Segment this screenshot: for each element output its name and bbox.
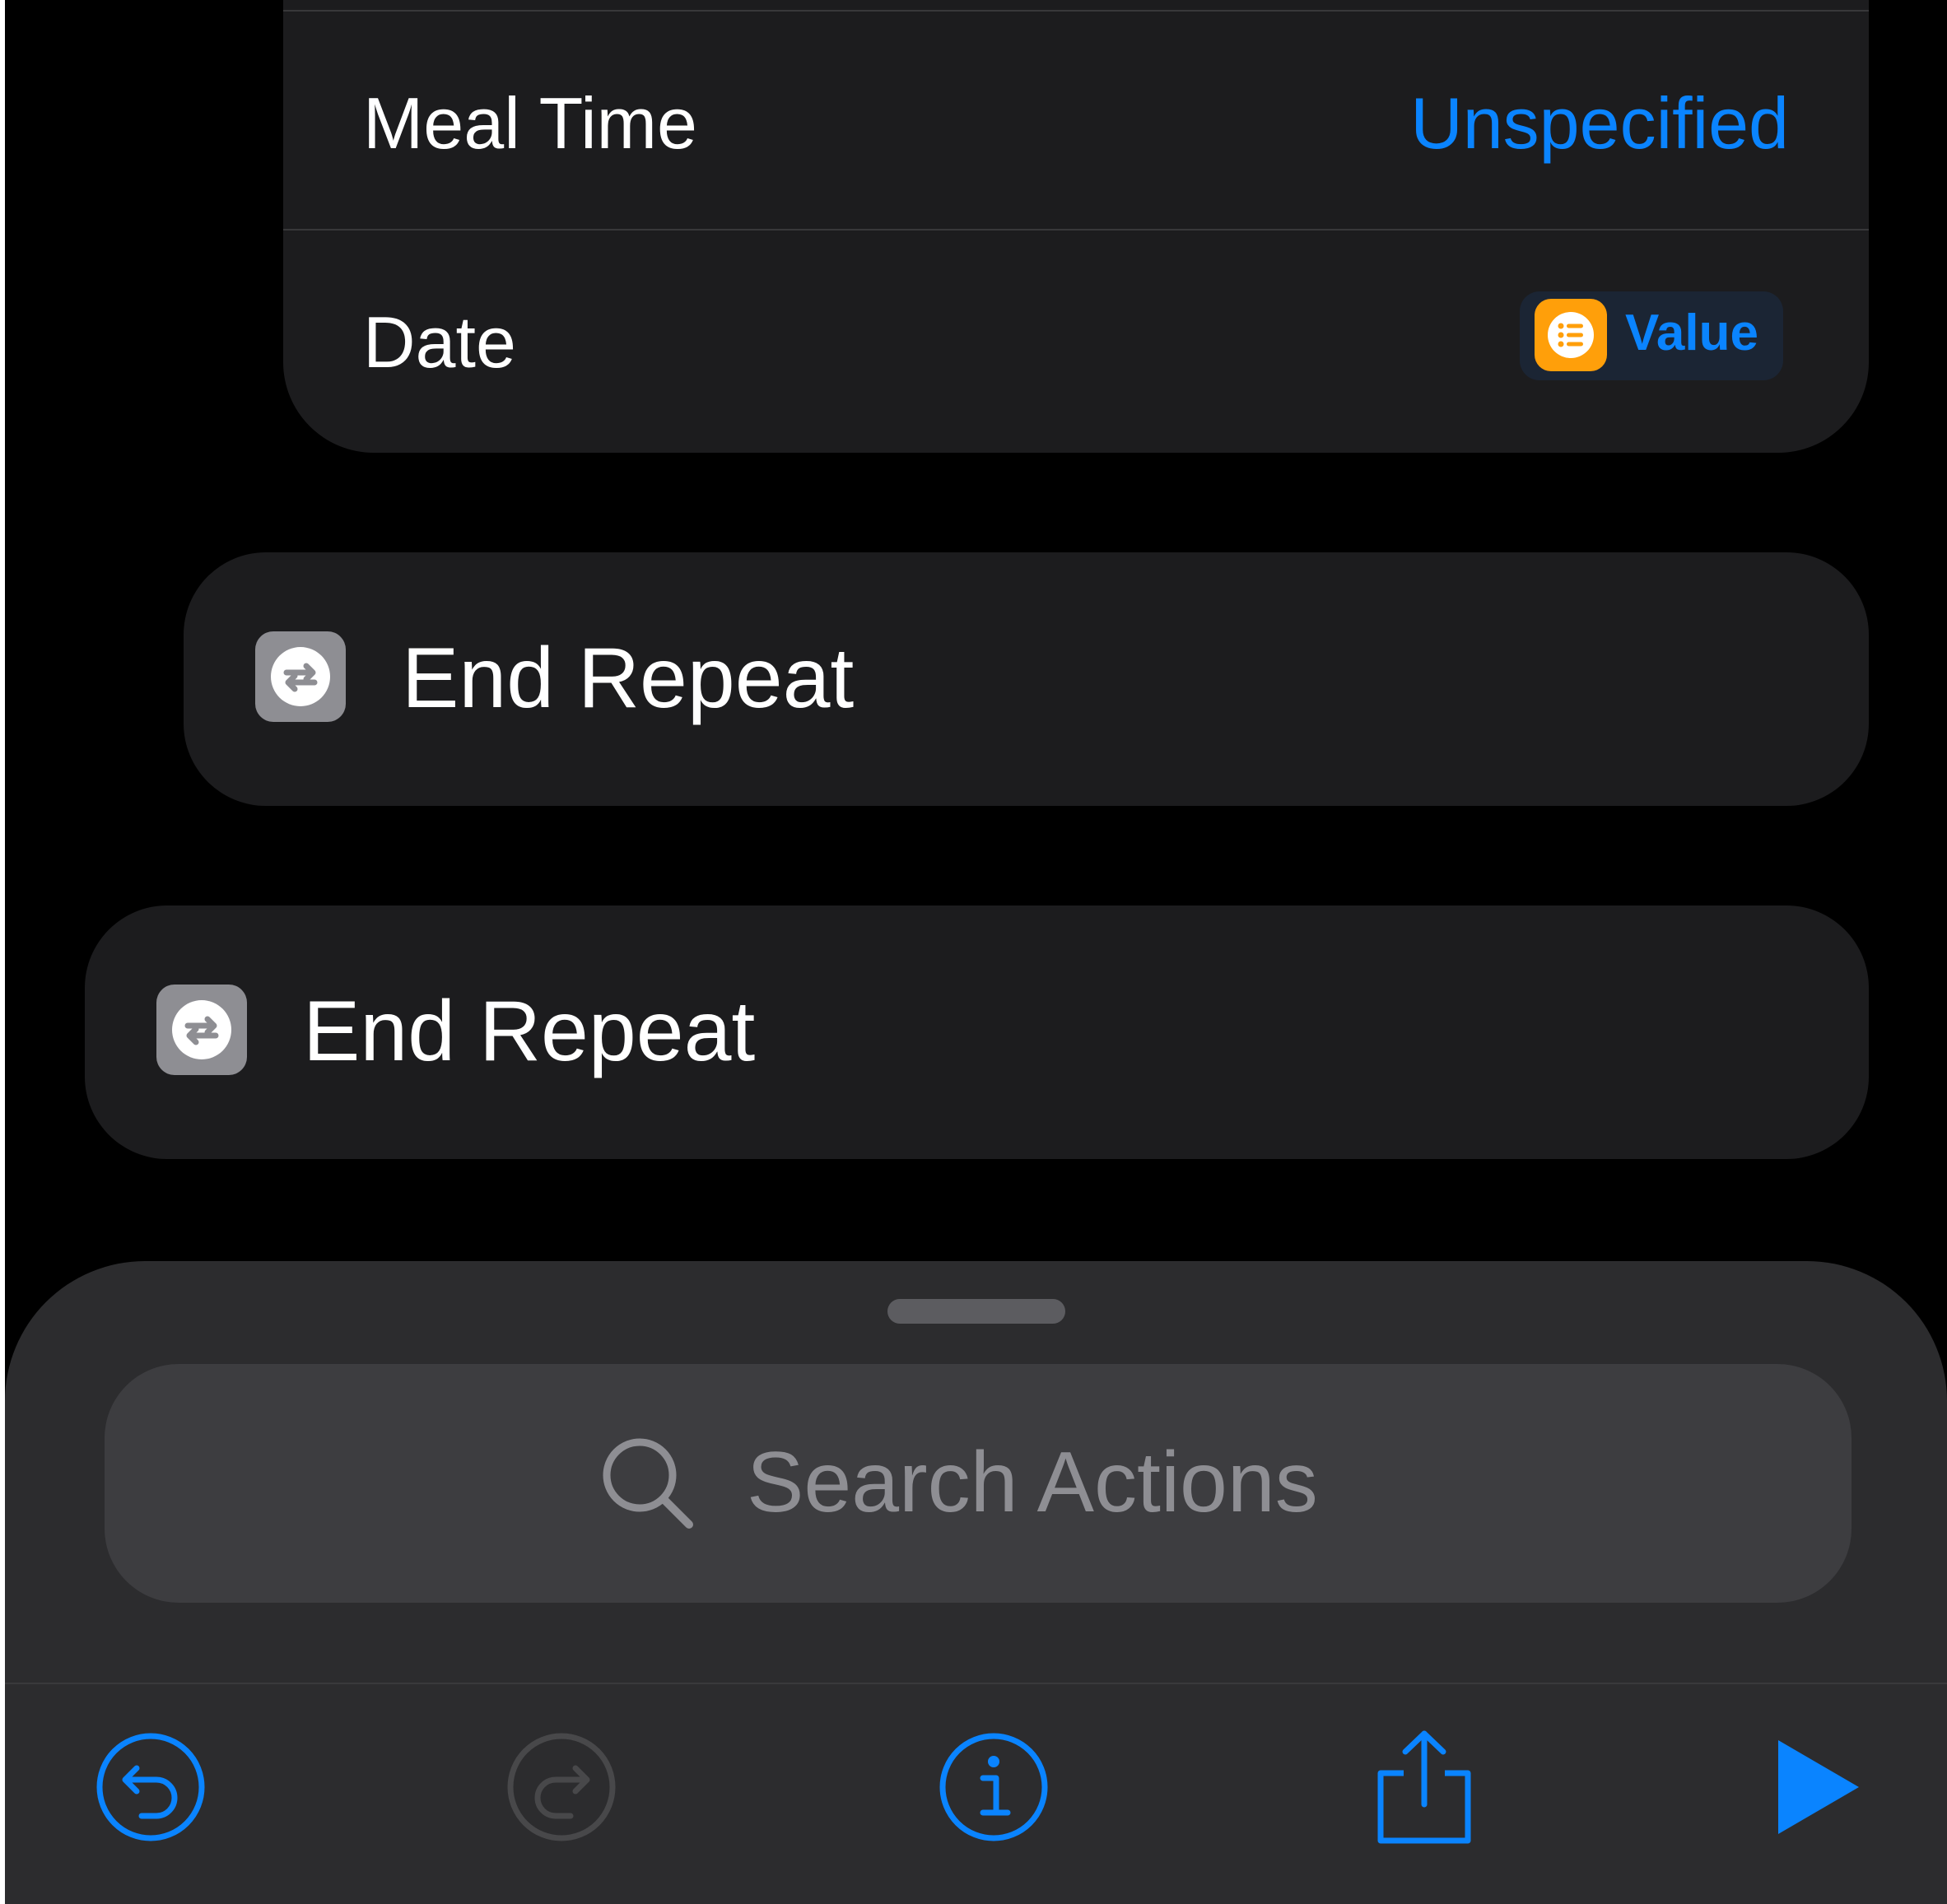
action-title: End Repeat — [402, 631, 855, 726]
sheet-grabber[interactable] — [887, 1299, 1065, 1324]
meal-time-value[interactable]: Unspecified — [1410, 87, 1789, 160]
search-icon — [599, 1434, 697, 1533]
share-button[interactable] — [1362, 1725, 1486, 1849]
repeat-icon — [255, 631, 346, 722]
action-title: End Repeat — [303, 984, 756, 1079]
repeat-icon — [156, 985, 247, 1075]
action-parameters-card: Meal Time Unspecified Date Value — [283, 0, 1869, 453]
search-placeholder: Search Actions — [747, 1435, 1318, 1530]
undo-icon — [96, 1733, 205, 1841]
param-row-meal-time[interactable]: Meal Time Unspecified — [283, 12, 1869, 229]
list-icon — [1535, 299, 1607, 371]
info-button[interactable] — [932, 1725, 1055, 1849]
param-row-date[interactable]: Date Value — [283, 230, 1869, 448]
search-actions-field[interactable]: Search Actions — [105, 1364, 1852, 1603]
redo-icon — [507, 1733, 616, 1841]
end-repeat-action-outer[interactable]: End Repeat — [85, 905, 1869, 1159]
chip-label: Value — [1625, 305, 1758, 361]
shortcut-editor: Meal Time Unspecified Date Value End Rep… — [0, 0, 1947, 1904]
value-variable-chip[interactable]: Value — [1520, 291, 1783, 380]
share-icon — [1377, 1730, 1471, 1844]
play-icon — [1778, 1740, 1859, 1834]
redo-button[interactable] — [500, 1725, 623, 1849]
run-button[interactable] — [1758, 1725, 1882, 1849]
actions-bottom-sheet: Search Actions — [5, 1261, 1947, 1904]
param-label: Date — [363, 301, 516, 383]
param-label: Meal Time — [363, 82, 697, 164]
info-icon — [939, 1733, 1048, 1841]
editor-toolbar — [5, 1684, 1947, 1904]
undo-button[interactable] — [89, 1725, 212, 1849]
end-repeat-action-inner[interactable]: End Repeat — [184, 552, 1869, 806]
